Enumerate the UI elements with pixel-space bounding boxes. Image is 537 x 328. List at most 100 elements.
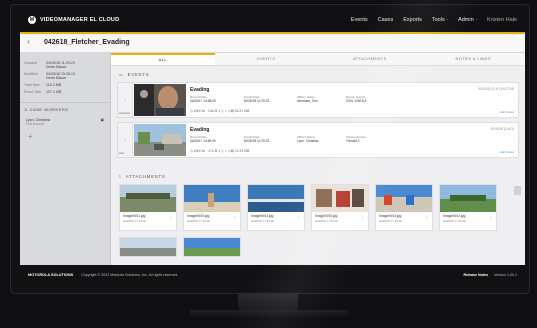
more-options-icon[interactable]: ⋮ — [168, 215, 173, 221]
attachment-thumbnail — [376, 185, 432, 212]
more-options-icon[interactable]: ⋮ — [424, 215, 429, 221]
event-stats: ◷ 00m 9s · 14s ⊞ 1 ⎙ ⌂ ⌗ ▤ 83.21 MB — [190, 109, 250, 113]
event-card[interactable]: › evsmpsv Evading Record Date 04/26/17 14… — [117, 82, 519, 118]
attachment-thumbnail — [248, 185, 304, 212]
attachment-date: 04/26/18 17:16:18 — [251, 219, 274, 223]
record-date: Record Date 04/26/17 14:56:09 — [190, 135, 216, 143]
field-value: 115.3 MB — [46, 83, 62, 87]
import-date: Import Date 04/26/18 11:29:23 — [243, 135, 270, 143]
attachment-date: 04/26/18 17:16:18 — [443, 219, 466, 223]
event-meta: Record Date 04/26/17 14:56:09 Import Date… — [190, 135, 366, 143]
event-position: 00:00:00 (1 of 2) ACTIVE — [478, 87, 514, 91]
attachment-thumbnail — [120, 185, 176, 212]
case-content: ALL EVENTS ATTACHMENTS NOTES & LINKS ▭ EV… — [111, 53, 525, 265]
attachment-card[interactable]: Image0004.jpg 04/26/18 17:16:18 ⋮ — [375, 184, 433, 231]
attachment-card[interactable]: Image0002.jpg 04/26/18 17:16:18 ⋮ — [439, 184, 497, 231]
nav-events[interactable]: Events — [351, 17, 368, 23]
officer-name: Officer Name Abraham, Tom — [297, 95, 318, 103]
field-value: 04/26/18 11:29:23 Devin Blauer — [46, 61, 75, 69]
chevron-icon: › — [124, 137, 126, 142]
field-label: Created — [24, 61, 37, 65]
footer: MOTOROLA SOLUTIONS Copyright © 2022 Moto… — [20, 265, 525, 285]
content-tabs: ALL EVENTS ATTACHMENTS NOTES & LINKS — [111, 53, 525, 66]
event-meta: Record Date 04/26/17 14:58:09 Import Date… — [190, 95, 366, 103]
video-icon: ▭ — [119, 72, 124, 77]
add-notes-link[interactable]: Add Notes — [500, 150, 514, 154]
attachment-date: 04/26/18 17:16:18 — [379, 219, 402, 223]
nav-exports[interactable]: Exports — [403, 17, 422, 23]
attachment-name: Image0001.jpg — [123, 214, 146, 218]
attachment-thumbnail — [120, 238, 176, 256]
attachment-card[interactable]: Image0003.jpg 04/26/18 17:16:18 ⋮ — [247, 184, 305, 231]
tab-notes-links[interactable]: NOTES & LINKS — [422, 53, 526, 65]
events-heading: ▭ EVENTS — [119, 72, 150, 77]
attachment-name: Image0002.jpg — [443, 214, 466, 218]
event-thumbnail[interactable] — [134, 124, 186, 156]
sidebar-field-event-size: Event Size 107.1 MB — [20, 87, 110, 94]
case-sidebar: Created 04/26/18 11:29:23 Devin Blauer Mo… — [20, 53, 111, 265]
event-tag: sms — [119, 151, 125, 155]
more-options-icon[interactable]: ⋮ — [488, 215, 493, 221]
event-stats: ◷ 00m 9s · 17s ⊞ 1 ⎙ ⌂ ⌗ ▤ 21.23 MB — [190, 149, 250, 153]
event-title: Evading — [190, 127, 210, 133]
event-card[interactable]: › sms Evading Record Date 04/26/17 14:56:… — [117, 122, 519, 158]
attachment-card[interactable]: Image0001.jpg 04/26/18 17:16:18 ⋮ — [119, 184, 177, 231]
brand[interactable]: M VIDEOMANAGER EL CLOUD — [28, 16, 119, 24]
case-header: ‹ 042618_Fletcher_Evading — [20, 34, 525, 53]
attachment-name: Image0004.jpg — [379, 214, 402, 218]
motorola-logo-icon: M — [28, 16, 36, 24]
attachment-date: 04/26/18 17:16:18 — [315, 219, 338, 223]
attachment-card[interactable]: Image0000.jpg 04/26/18 17:16:18 ⋮ — [183, 184, 241, 231]
event-thumbnail[interactable] — [134, 84, 186, 116]
attachment-thumbnail — [312, 185, 368, 212]
attachment-card[interactable] — [119, 237, 177, 257]
attachment-date: 04/26/18 17:16:18 — [123, 219, 146, 223]
more-options-icon[interactable]: ⋮ — [360, 215, 365, 221]
case-title: 042618_Fletcher_Evading — [44, 39, 130, 46]
footer-left: MOTOROLA SOLUTIONS Copyright © 2022 Moto… — [28, 273, 178, 277]
tab-attachments[interactable]: ATTACHMENTS — [318, 53, 422, 65]
tab-events[interactable]: EVENTS — [215, 53, 319, 65]
case-worker-item[interactable]: Lyon, Christina Full Access ▣ — [20, 116, 110, 128]
more-options-icon[interactable]: ⋮ — [232, 215, 237, 221]
import-date: Import Date 04/26/18 11:29:23 — [243, 95, 270, 103]
attachment-card[interactable]: Image0005.jpg 04/26/18 17:16:18 ⋮ — [311, 184, 369, 231]
attachment-name: Image0000.jpg — [187, 214, 210, 218]
version: Version 1.00.1 — [494, 273, 517, 277]
case-workers-heading: ♙ CASE WORKERS — [20, 102, 110, 116]
footer-right: Release Notes Version 1.00.1 — [463, 273, 517, 277]
device-source: Device Source Pascal13 — [346, 135, 366, 143]
paperclip-icon: ⌇ — [119, 174, 122, 179]
field-label: Total Size — [24, 83, 40, 87]
nav-admin[interactable]: Admin · — [458, 17, 477, 23]
attachment-card[interactable] — [183, 237, 241, 257]
field-label: Modified — [24, 72, 38, 76]
nav-tools[interactable]: Tools · — [432, 17, 448, 23]
attachment-date: 04/26/18 17:16:18 — [187, 219, 210, 223]
field-value: 04/26/18 15:26:13 Devin Blauer — [46, 72, 75, 80]
sidebar-field-modified: Modified 04/26/18 15:26:13 Devin Blauer — [20, 69, 110, 80]
field-value: 107.1 MB — [46, 90, 62, 94]
back-arrow-icon[interactable]: ‹ — [24, 38, 33, 47]
chevron-icon: › — [124, 97, 126, 102]
user-menu[interactable]: Kristen Hale — [487, 17, 517, 23]
app-name: VIDEOMANAGER EL CLOUD — [40, 17, 120, 23]
case-worker-info: Lyon, Christina Full Access — [26, 118, 50, 126]
add-notes-link[interactable]: Add Notes — [500, 110, 514, 114]
attachment-thumbnail — [184, 238, 240, 256]
tab-all[interactable]: ALL — [111, 53, 215, 65]
attachments-grid: Image0001.jpg 04/26/18 17:16:18 ⋮ Image0… — [111, 182, 525, 259]
monitor-stand-base — [190, 310, 348, 320]
officer-name: Officer Name Lyon, Christina — [297, 135, 319, 143]
event-tag: evsmpsv — [119, 111, 131, 115]
scroll-button[interactable] — [514, 186, 521, 195]
add-worker-button[interactable]: + — [20, 128, 110, 145]
lock-icon: ▣ — [100, 118, 104, 122]
release-notes-link[interactable]: Release Notes — [463, 273, 488, 277]
attachment-thumbnail — [440, 185, 496, 212]
more-options-icon[interactable]: ⋮ — [296, 215, 301, 221]
nav-cases[interactable]: Cases — [378, 17, 394, 23]
sidebar-field-total-size: Total Size 115.3 MB — [20, 80, 110, 87]
attachment-name: Image0003.jpg — [251, 214, 274, 218]
copyright: Copyright © 2022 Motorola Solutions, Inc… — [81, 273, 179, 277]
